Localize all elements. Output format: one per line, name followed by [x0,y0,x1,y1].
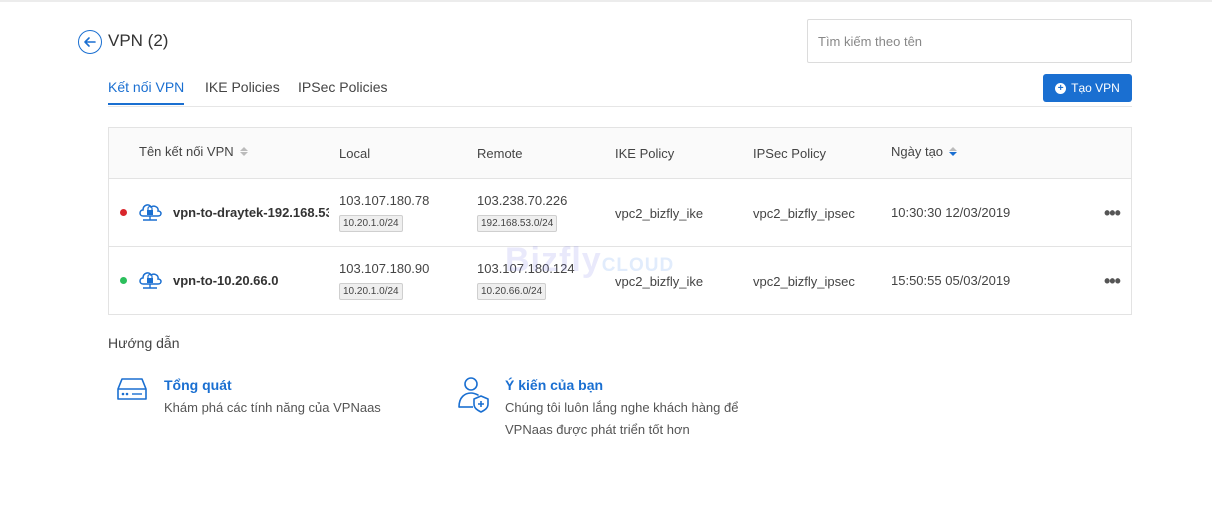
create-vpn-label: Tạo VPN [1071,81,1120,95]
status-dot-active [120,277,127,284]
guide-feedback-desc-line1: Chúng tôi luôn lắng nghe khách hàng để [505,400,739,415]
tab-vpn-connections[interactable]: Kết nối VPN [108,79,185,105]
local-subnet-badge: 10.20.1.0/24 [339,215,403,232]
vpn-name[interactable]: vpn-to-draytek-192.168.53 [173,205,329,220]
tab-ipsec-policies[interactable]: IPSec Policies [298,79,387,103]
ipsec-policy: vpc2_bizfly_ipsec [753,274,855,289]
sort-icon[interactable] [949,147,958,156]
remote-subnet-badge: 10.20.66.0/24 [477,283,547,300]
plus-icon: + [1055,82,1067,94]
sort-icon[interactable] [239,147,248,156]
vpn-name[interactable]: vpn-to-10.20.66.0 [173,273,329,288]
guide-heading: Hướng dẫn [108,335,180,351]
guide-overview-desc: Khám phá các tính năng của VPNaas [164,400,381,415]
more-actions-icon[interactable]: ••• [1104,203,1121,224]
column-header-remote: Remote [477,146,523,161]
back-button[interactable] [78,30,102,54]
column-header-created: Ngày tạo [891,144,958,159]
create-vpn-button[interactable]: + Tạo VPN [1043,74,1132,102]
column-header-ike-policy: IKE Policy [615,146,675,161]
vpn-table: Tên kết nối VPN Local Remote IKE Policy … [108,127,1132,315]
server-icon [117,378,147,400]
top-divider [0,0,1212,2]
guide-overview-link[interactable]: Tổng quát [164,377,232,393]
user-shield-icon [458,377,489,413]
status-dot-error [120,209,127,216]
tab-bar: Kết nối VPN IKE Policies IPSec Policies [108,74,1132,107]
local-ip: 103.107.180.78 [339,193,430,208]
created-date: 15:50:55 05/03/2019 [891,273,1011,288]
more-actions-icon[interactable]: ••• [1104,271,1121,292]
guide-feedback-desc-line2: VPNaas được phát triển tốt hơn [505,422,690,437]
arrow-left-icon [84,37,96,47]
table-row[interactable]: vpn-to-draytek-192.168.53 103.107.180.78… [109,179,1131,247]
local-subnet-badge: 10.20.1.0/24 [339,283,403,300]
search-input[interactable] [807,19,1132,63]
column-header-ipsec-policy: IPSec Policy [753,146,826,161]
column-header-local: Local [339,146,371,161]
page-title: VPN (2) [108,31,169,50]
column-header-name: Tên kết nối VPN [139,144,248,159]
created-date: 10:30:30 12/03/2019 [891,205,1011,220]
remote-subnet-badge: 192.168.53.0/24 [477,215,558,232]
ike-policy: vpc2_bizfly_ike [615,206,704,221]
guide-feedback-link[interactable]: Ý kiến của bạn [505,377,603,393]
bizfly-cloud-watermark: BizflyCLOUD [505,241,675,279]
remote-ip: 103.238.70.226 [477,193,568,208]
cloud-lock-icon [139,272,162,289]
local-ip: 103.107.180.90 [339,261,430,276]
cloud-lock-icon [139,204,162,221]
table-header: Tên kết nối VPN Local Remote IKE Policy … [109,128,1131,179]
tab-ike-policies[interactable]: IKE Policies [205,79,280,103]
ipsec-policy: vpc2_bizfly_ipsec [753,206,855,221]
